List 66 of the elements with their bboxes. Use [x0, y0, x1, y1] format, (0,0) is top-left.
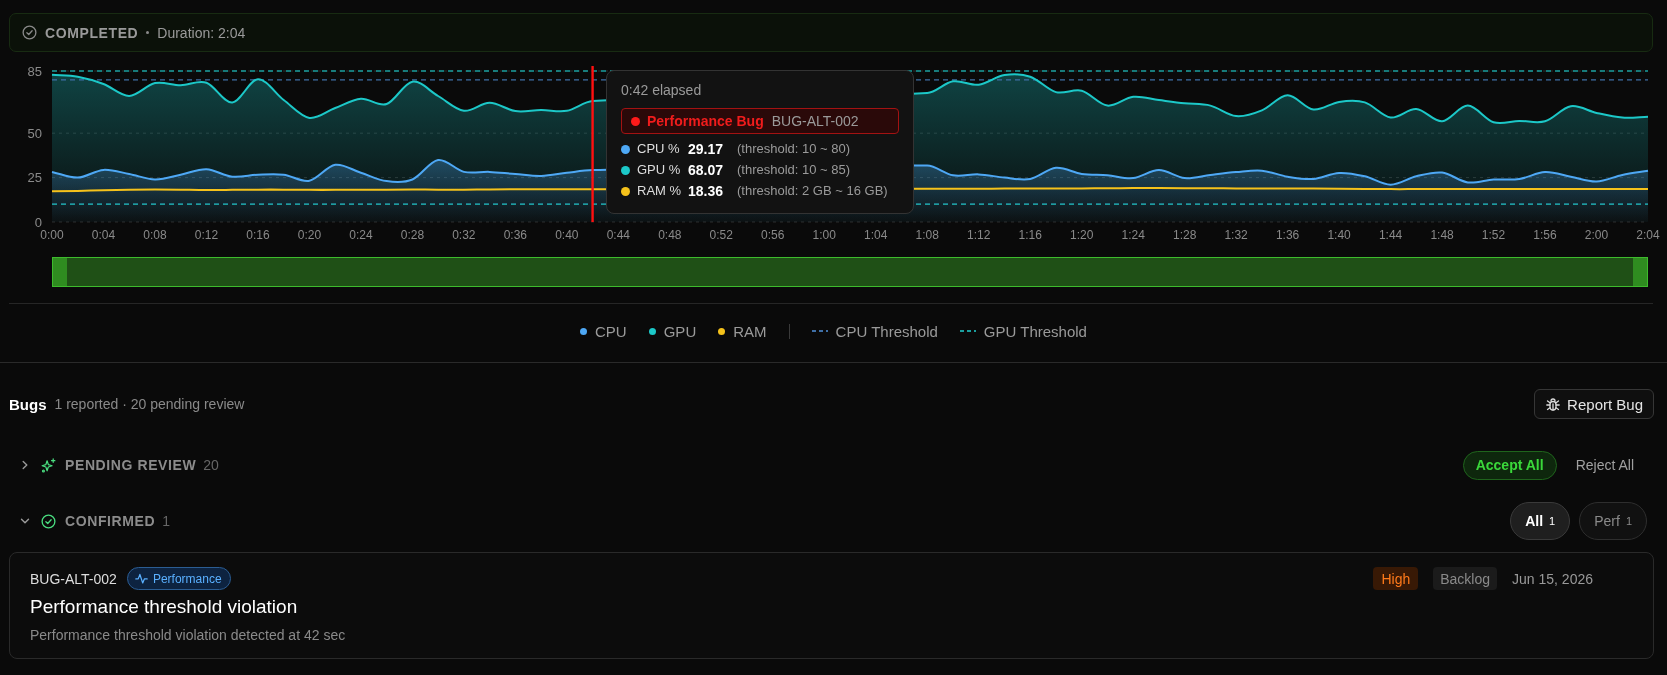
bug-type: Performance Bug: [647, 113, 764, 129]
axis-label: 0:08: [143, 228, 167, 242]
axis-label: 0:48: [658, 228, 682, 242]
status-tag: Backlog: [1433, 567, 1498, 590]
axis-label: 1:28: [1172, 228, 1197, 242]
bug-title: Performance threshold violation: [30, 595, 299, 619]
group-count: 1: [162, 513, 170, 529]
axis-label: 1:48: [1430, 228, 1454, 242]
metric-label: GPU %: [637, 161, 682, 179]
category-label: Performance: [152, 571, 222, 586]
bug-summary: 1 reported · 20 pending review: [54, 396, 245, 412]
axis-label: 0:04: [91, 228, 116, 242]
bug-id: BUG-ALT-002: [30, 570, 117, 587]
axis-label: 0:44: [606, 228, 630, 242]
axis-label: 1:36: [1275, 228, 1300, 242]
axis-label: 0:12: [194, 228, 219, 242]
axis-label: 0:28: [400, 228, 425, 242]
axis-label: 1:08: [915, 228, 939, 242]
legend-label: GPU: [663, 322, 697, 340]
bug-description: Performance threshold violation detected at 42 sec: [30, 626, 347, 644]
axis-label: 85: [27, 63, 42, 79]
section-title: Bugs: [9, 395, 47, 413]
status-label: COMPLETED: [45, 24, 139, 41]
axis-label: 0:00: [40, 228, 64, 242]
axis-label: 0:16: [246, 228, 270, 242]
axis-label: 0:24: [349, 228, 373, 242]
duration-text: Duration: 2:04: [157, 24, 246, 41]
axis-label: 1:12: [967, 228, 991, 242]
threshold-text: (threshold: 2 GB ~ 16 GB): [737, 182, 889, 200]
axis-label: 1:04: [864, 228, 888, 242]
threshold-text: (threshold: 10 ~ 80): [737, 140, 852, 158]
axis-label: 0:36: [503, 228, 528, 242]
bug-id: BUG-ALT-002: [771, 113, 859, 129]
metric-value: 29.17: [688, 140, 725, 158]
metric-value: 68.07: [688, 161, 725, 179]
axis-label: 1:44: [1378, 228, 1403, 242]
axis-label: 1:24: [1121, 228, 1145, 242]
metric-value: 18.36: [688, 182, 725, 200]
axis-label: 1:40: [1327, 228, 1351, 242]
axis-label: 2:00: [1584, 228, 1609, 242]
axis-label: 50: [27, 125, 42, 141]
elapsed-time: 0:42 elapsed: [621, 81, 703, 99]
axis-label: 0:32: [452, 228, 476, 242]
axis-label: 2:04: [1636, 228, 1660, 242]
axis-label: 1:16: [1018, 228, 1042, 242]
axis-label: 1:56: [1533, 228, 1557, 242]
group-count: 20: [203, 457, 219, 473]
legend-label: CPU: [595, 322, 627, 340]
axis-label: 1:52: [1481, 228, 1506, 242]
metric-label: RAM %: [637, 182, 683, 200]
metric-label: CPU %: [637, 140, 681, 158]
axis-label: 0:56: [761, 228, 785, 242]
bug-date: Jun 15, 2026: [1512, 570, 1593, 587]
legend-label: CPU Threshold: [835, 322, 938, 340]
axis-label: 1:20: [1070, 228, 1094, 242]
axis-label: 25: [27, 170, 42, 186]
axis-label: 1:32: [1224, 228, 1248, 242]
axis-label: 1:00: [812, 228, 836, 242]
axis-label: 0:52: [709, 228, 733, 242]
axis-label: 0: [34, 214, 42, 230]
priority-tag: High: [1373, 567, 1419, 590]
legend-label: RAM: [733, 322, 767, 340]
axis-label: 0:40: [555, 228, 579, 242]
threshold-text: (threshold: 10 ~ 85): [737, 161, 852, 179]
legend-label: GPU Threshold: [983, 322, 1087, 340]
axis-label: 0:20: [297, 228, 322, 242]
